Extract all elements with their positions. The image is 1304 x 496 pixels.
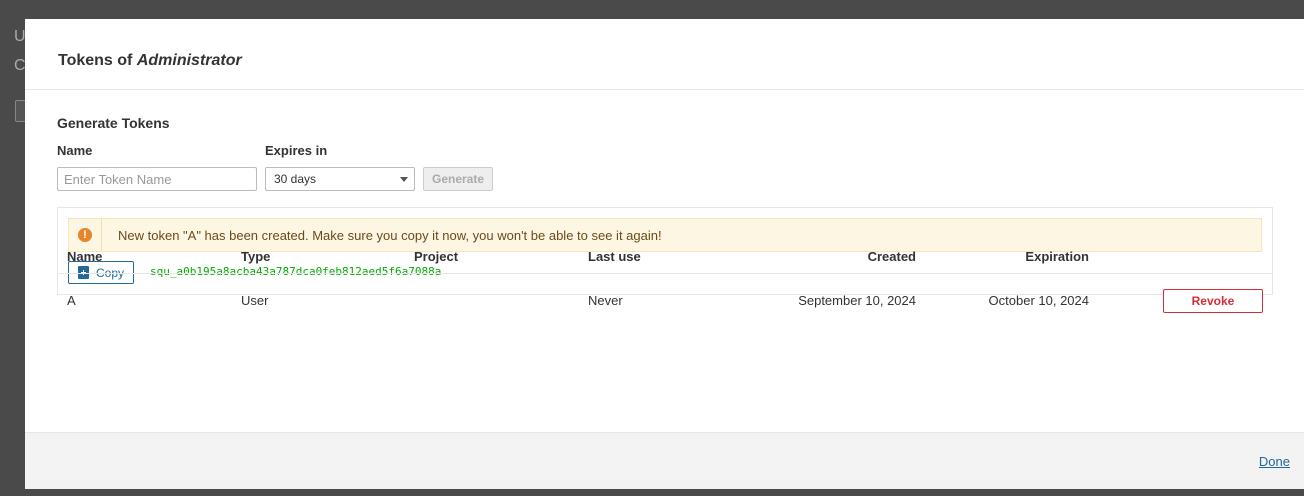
generate-button[interactable]: Generate: [423, 167, 493, 191]
column-header-expiration: Expiration: [1025, 249, 1089, 264]
expires-in-select[interactable]: 30 days: [265, 167, 415, 191]
column-header-last-use: Last use: [588, 249, 641, 264]
modal-header: Tokens of Administrator: [25, 19, 1304, 90]
token-expiration-cell: October 10, 2024: [988, 293, 1089, 308]
token-name-cell: A: [67, 293, 76, 308]
table-row: A User Never September 10, 2024 October …: [57, 274, 1273, 327]
chevron-down-icon: [400, 177, 408, 182]
modal-title: Tokens of Administrator: [58, 52, 242, 69]
token-name-input[interactable]: [57, 167, 257, 191]
column-header-type: Type: [241, 249, 271, 264]
modal-title-user: Administrator: [136, 52, 242, 69]
column-header-project: Project: [414, 249, 459, 264]
done-link[interactable]: Done: [1259, 454, 1290, 469]
token-type-cell: User: [241, 293, 269, 308]
modal-footer: Done: [25, 432, 1304, 489]
column-header-created: Created: [867, 249, 916, 264]
background-letter-2: C: [14, 57, 26, 74]
expires-in-value: 30 days: [274, 172, 317, 186]
tokens-modal: Tokens of Administrator Generate Tokens …: [25, 19, 1304, 489]
background-letter-1: U: [14, 28, 26, 45]
token-last-use-cell: Never: [588, 293, 623, 308]
column-header-name: Name: [67, 249, 103, 264]
generate-section-title: Generate Tokens: [57, 115, 170, 131]
revoke-button[interactable]: Revoke: [1163, 289, 1263, 313]
table-header: Name Type Project Last use Created Expir…: [57, 239, 1273, 274]
token-created-cell: September 10, 2024: [798, 293, 916, 308]
background-page-text: U C: [14, 22, 26, 80]
expires-in-label: Expires in: [265, 143, 328, 158]
tokens-table: Name Type Project Last use Created Expir…: [57, 239, 1273, 327]
token-name-label: Name: [57, 143, 93, 158]
